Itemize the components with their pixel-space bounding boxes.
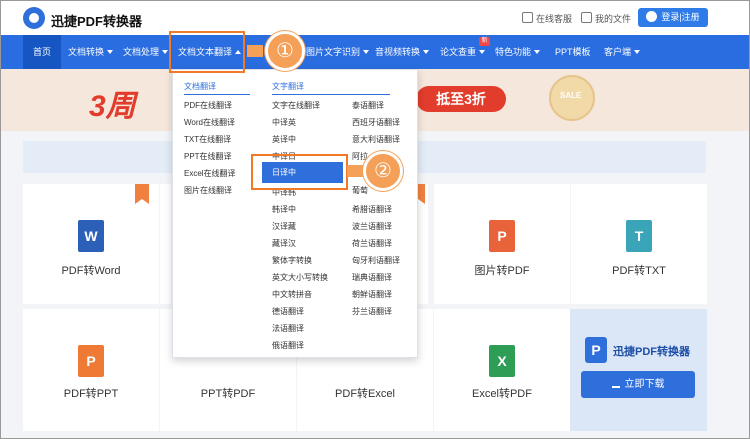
menu-word-translate[interactable]: Word在线翻译 <box>184 117 235 128</box>
heading-underline <box>184 94 250 95</box>
menu-italian[interactable]: 意大利语翻译 <box>352 134 400 145</box>
file-icon <box>581 12 592 23</box>
brand-name[interactable]: 迅捷PDF转换器 <box>51 11 142 30</box>
chevron-down-icon <box>479 50 486 54</box>
top-bar: 迅捷PDF转换器 在线客服 我的文件 登录|注册 <box>1 1 749 35</box>
menu-excel-translate[interactable]: Excel在线翻译 <box>184 168 236 179</box>
card-label: PPT转PDF <box>200 388 256 400</box>
menu-case-convert[interactable]: 英文大小写转换 <box>272 272 328 283</box>
chevron-down-icon <box>107 50 114 54</box>
text-translate-heading: 文字翻译 <box>272 82 304 91</box>
card-edge <box>160 184 171 304</box>
card-label: PDF转PPT <box>63 388 119 400</box>
nav-client[interactable]: 客户端 <box>604 35 641 69</box>
menu-pinyin[interactable]: 中文转拼音 <box>272 289 312 300</box>
banner-headline: 3周 <box>89 90 136 123</box>
pdf-file-icon: P <box>489 220 515 252</box>
menu-greek[interactable]: 希腊语翻译 <box>352 204 392 215</box>
menu-finnish[interactable]: 芬兰语翻译 <box>352 306 392 317</box>
my-files-link[interactable]: 我的文件 <box>581 12 631 25</box>
menu-en-zh[interactable]: 英译中 <box>272 134 296 145</box>
menu-traditional[interactable]: 繁体字转换 <box>272 255 312 266</box>
promo-app-name: 迅捷PDF转换器 <box>613 346 690 358</box>
online-service-link[interactable]: 在线客服 <box>522 12 572 25</box>
banner-discount-pill: 抵至3折 <box>416 86 506 112</box>
brand-logo-icon[interactable] <box>23 7 45 29</box>
menu-dutch[interactable]: 荷兰语翻译 <box>352 238 392 249</box>
app-logo-icon: P <box>585 337 607 363</box>
step-2-badge: ② <box>363 151 403 191</box>
menu-spanish[interactable]: 西班牙语翻译 <box>352 117 400 128</box>
vip-coin-icon: SALE <box>549 75 595 121</box>
card-label: PDF转Excel <box>335 388 395 400</box>
menu-zh-tibetan[interactable]: 汉译藏 <box>272 221 296 232</box>
card-pdf-to-word[interactable]: W PDF转Word <box>23 184 159 304</box>
txt-file-icon: T <box>626 220 652 252</box>
chevron-down-icon <box>534 50 541 54</box>
download-button[interactable]: 立即下载 <box>581 371 695 398</box>
menu-korean[interactable]: 朝鲜语翻译 <box>352 289 392 300</box>
step-1-badge: ① <box>265 31 305 71</box>
menu-french[interactable]: 法语翻译 <box>272 323 304 334</box>
step2-highlight-box <box>251 154 348 190</box>
page-frame: 迅捷PDF转换器 在线客服 我的文件 登录|注册 首页 文档转换 文档处理 文档… <box>0 0 750 439</box>
chevron-down-icon <box>423 50 430 54</box>
chevron-down-icon <box>634 50 641 54</box>
menu-ko-zh[interactable]: 韩译中 <box>272 204 296 215</box>
card-pdf-to-txt[interactable]: T PDF转TXT <box>571 184 707 304</box>
card-label: PDF转Word <box>61 265 121 277</box>
nav-doc-process[interactable]: 文档处理 <box>123 35 169 69</box>
menu-txt-translate[interactable]: TXT在线翻译 <box>184 134 231 145</box>
menu-pdf-translate[interactable]: PDF在线翻译 <box>184 100 232 111</box>
main-nav: 首页 文档转换 文档处理 文档文本翻译 语 图片文字识别 音视频转换 论文查重 … <box>1 35 749 69</box>
card-pdf-to-ppt[interactable]: P PDF转PPT <box>23 309 159 431</box>
download-promo-card <box>570 309 707 431</box>
doc-translate-heading: 文档翻译 <box>184 82 216 91</box>
nav-doc-convert[interactable]: 文档转换 <box>68 35 114 69</box>
menu-portuguese-2[interactable]: 葡萄 <box>352 185 368 196</box>
new-badge: 新 <box>479 37 490 46</box>
menu-text-translate[interactable]: 文字在线翻译 <box>272 100 320 111</box>
card-excel-to-pdf[interactable]: X Excel转PDF <box>434 309 570 431</box>
chevron-down-icon <box>162 50 169 54</box>
heading-underline <box>272 94 390 95</box>
download-icon <box>611 378 620 388</box>
menu-german[interactable]: 德语翻译 <box>272 306 304 317</box>
chevron-down-icon <box>363 50 370 54</box>
callout-tail <box>247 45 263 57</box>
menu-ppt-translate[interactable]: PPT在线翻译 <box>184 151 232 162</box>
nav-features[interactable]: 特色功能 <box>495 35 541 69</box>
headset-icon <box>522 12 533 23</box>
menu-tibetan-zh[interactable]: 藏译汉 <box>272 238 296 249</box>
nav-home[interactable]: 首页 <box>23 35 61 69</box>
menu-polish[interactable]: 波兰语翻译 <box>352 221 392 232</box>
callout-tail <box>347 165 363 177</box>
nav-ppt-templates[interactable]: PPT模板 <box>555 35 591 69</box>
nav-av-convert[interactable]: 音视频转换 <box>375 35 430 69</box>
card-image-to-pdf[interactable]: P 图片转PDF <box>434 184 570 304</box>
card-label: 图片转PDF <box>474 265 530 277</box>
menu-zh-en[interactable]: 中译英 <box>272 117 296 128</box>
menu-thai[interactable]: 泰语翻译 <box>352 100 384 111</box>
excel-file-icon: X <box>489 345 515 377</box>
nav-image-ocr[interactable]: 图片文字识别 <box>306 35 370 69</box>
word-file-icon: W <box>78 220 104 252</box>
menu-hungarian[interactable]: 匈牙利语翻译 <box>352 255 400 266</box>
user-avatar-icon <box>646 11 658 22</box>
step1-highlight-box <box>169 31 245 73</box>
login-register-button[interactable]: 登录|注册 <box>638 8 708 27</box>
menu-swedish[interactable]: 瑞典语翻译 <box>352 272 392 283</box>
ppt-file-icon: P <box>78 345 104 377</box>
menu-image-translate[interactable]: 图片在线翻译 <box>184 185 232 196</box>
card-label: Excel转PDF <box>472 388 532 400</box>
menu-russian[interactable]: 俄语翻译 <box>272 340 304 351</box>
card-label: PDF转TXT <box>612 265 666 277</box>
